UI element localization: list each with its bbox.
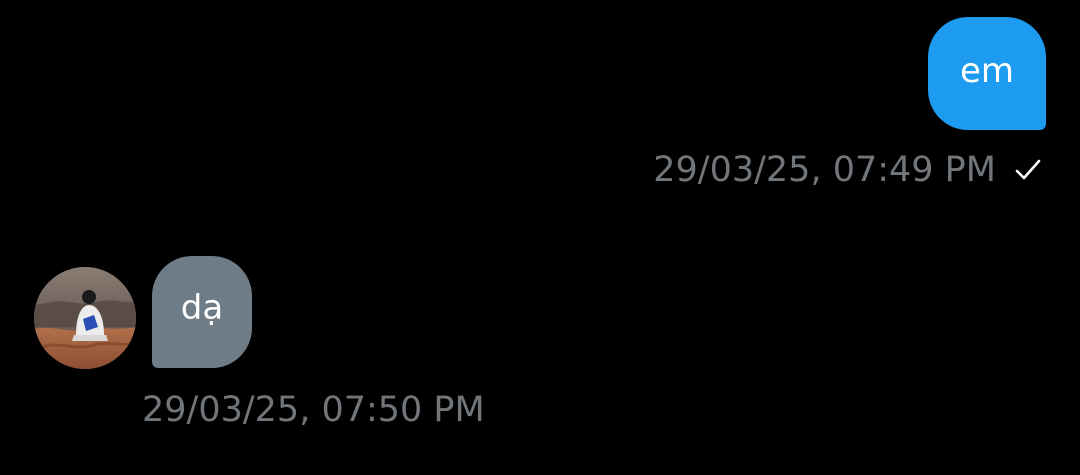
message-timestamp: 29/03/25, 07:49 PM xyxy=(653,150,996,190)
incoming-message-meta: 29/03/25, 07:50 PM xyxy=(142,390,485,430)
outgoing-message-meta: 29/03/25, 07:49 PM xyxy=(653,150,1044,190)
message-text: em xyxy=(959,50,1015,91)
check-icon xyxy=(1012,154,1044,186)
outgoing-message-bubble[interactable]: em xyxy=(928,17,1046,130)
chat-conversation: em 29/03/25, 07:49 PM dạ 29/03/25, 07:50… xyxy=(0,0,1080,475)
message-text: dạ xyxy=(180,288,224,328)
incoming-message-bubble[interactable]: dạ xyxy=(152,256,252,368)
message-timestamp: 29/03/25, 07:50 PM xyxy=(142,390,485,430)
avatar[interactable] xyxy=(34,267,136,369)
